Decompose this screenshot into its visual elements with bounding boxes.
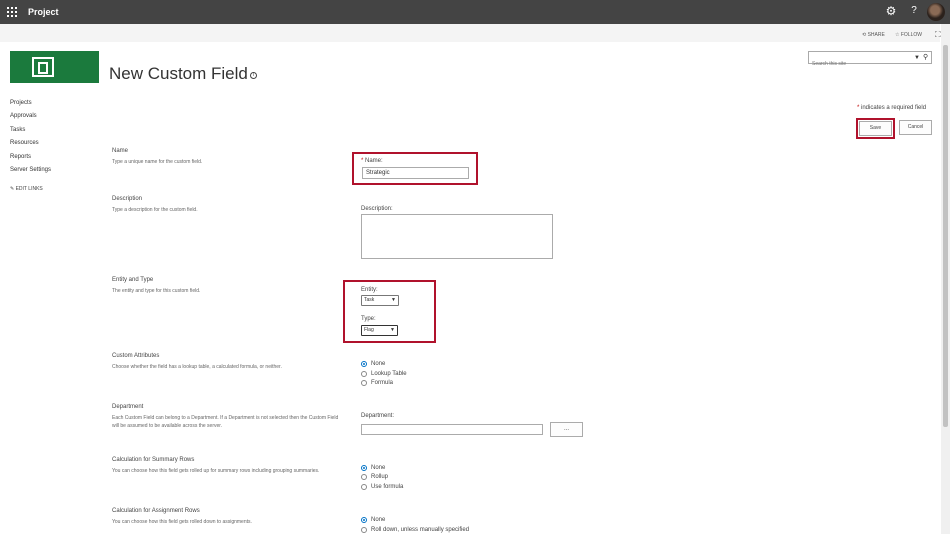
avatar[interactable]: [927, 3, 945, 21]
app-name[interactable]: Project: [28, 5, 59, 19]
radio-button[interactable]: [361, 473, 367, 480]
summary-option-formula-label: Use formula: [371, 484, 404, 490]
summary-option-none[interactable]: None: [361, 464, 385, 473]
nav-item-server-settings[interactable]: Server Settings: [10, 166, 51, 179]
radio-button[interactable]: [361, 464, 367, 471]
required-star: *: [857, 105, 860, 111]
share-button[interactable]: ⟲ SHARE: [862, 32, 885, 39]
summary-rows-title: Calculation for Summary Rows: [112, 457, 195, 463]
share-icon: ⟲: [862, 32, 867, 38]
save-button[interactable]: Save: [859, 121, 892, 136]
required-note-text: indicates a required field: [861, 105, 927, 111]
custom-attributes-desc: Choose whether the field has a lookup ta…: [112, 364, 282, 370]
info-icon[interactable]: i: [250, 72, 257, 79]
nav-item-approvals[interactable]: Approvals: [10, 112, 51, 125]
cancel-button[interactable]: Cancel: [899, 120, 932, 135]
custom-attr-option-none[interactable]: None: [361, 360, 385, 369]
app-launcher-icon[interactable]: [7, 7, 17, 17]
summary-option-rollup-label: Rollup: [371, 474, 389, 480]
chevron-down-icon: ▼: [390, 327, 395, 333]
custom-attr-option-formula[interactable]: Formula: [361, 379, 393, 388]
radio-button[interactable]: [361, 526, 367, 533]
summary-option-rollup[interactable]: Rollup: [361, 473, 388, 482]
custom-attr-option-lookup-label: Lookup Table: [371, 371, 407, 377]
description-section-desc: Type a description for the custom field.: [112, 207, 198, 213]
site-logo[interactable]: [10, 51, 99, 83]
name-label-text: Name:: [365, 158, 383, 164]
search-icon[interactable]: ⚲: [923, 53, 928, 63]
nav-item-resources[interactable]: Resources: [10, 139, 51, 152]
search-scope-dropdown-icon[interactable]: ▼: [914, 53, 920, 63]
radio-button[interactable]: [361, 483, 367, 490]
description-field-label: Description:: [361, 206, 393, 212]
edit-links-label: EDIT LINKS: [15, 186, 43, 192]
name-section-desc: Type a unique name for the custom field.: [112, 159, 203, 165]
pencil-icon: ✎: [10, 186, 15, 192]
custom-attr-option-formula-label: Formula: [371, 380, 394, 386]
chevron-down-icon: ▼: [391, 297, 396, 303]
type-select[interactable]: Flag ▼: [361, 325, 398, 336]
department-browse-button[interactable]: ...: [550, 422, 583, 437]
entity-select[interactable]: Task ▼: [361, 295, 399, 306]
summary-option-use-formula[interactable]: Use formula: [361, 483, 403, 492]
focus-on-content-icon[interactable]: ⛶: [935, 30, 941, 39]
edit-links-link[interactable]: ✎ EDIT LINKS: [10, 186, 43, 193]
custom-attributes-title: Custom Attributes: [112, 353, 160, 359]
entity-type-section-title: Entity and Type: [112, 277, 154, 283]
description-textarea[interactable]: [361, 214, 553, 259]
help-icon[interactable]: ?: [908, 4, 920, 18]
radio-button[interactable]: [361, 516, 367, 523]
assignment-rows-title: Calculation for Assignment Rows: [112, 508, 200, 514]
assignment-option-none-label: None: [371, 517, 386, 523]
name-field-label: * Name:: [361, 157, 383, 165]
radio-button[interactable]: [361, 370, 367, 377]
entity-type-section-desc: The entity and type for this custom fiel…: [112, 288, 201, 294]
name-section-title: Name: [112, 148, 129, 154]
star-icon: ☆: [895, 32, 900, 38]
nav-item-tasks[interactable]: Tasks: [10, 126, 51, 139]
radio-button[interactable]: [361, 379, 367, 386]
name-field[interactable]: Strategic: [362, 167, 469, 179]
required-field-note: * indicates a required field: [857, 104, 926, 112]
assignment-rows-desc: You can choose how this field gets rolle…: [112, 519, 252, 525]
left-navigation: Projects Approvals Tasks Resources Repor…: [10, 99, 51, 179]
entity-label: Entity:: [361, 287, 378, 293]
action-bar: [0, 24, 940, 42]
department-desc: Each Custom Field can belong to a Depart…: [112, 415, 339, 429]
radio-button[interactable]: [361, 360, 367, 367]
type-value: Flag: [364, 327, 374, 333]
scrollbar-thumb[interactable]: [943, 45, 948, 427]
assignment-option-none[interactable]: None: [361, 516, 385, 525]
department-field[interactable]: [361, 424, 543, 435]
type-label: Type:: [361, 316, 376, 322]
custom-attr-option-none-label: None: [371, 361, 386, 367]
custom-attr-option-lookup-table[interactable]: Lookup Table: [361, 370, 407, 379]
department-title: Department: [112, 404, 144, 410]
project-logo-icon: [32, 57, 54, 77]
summary-rows-desc: You can choose how this field gets rolle…: [112, 468, 320, 474]
search-input[interactable]: [809, 58, 909, 70]
page-title: New Custom Field: [109, 64, 248, 83]
gear-icon[interactable]: ⚙: [884, 4, 898, 18]
description-section-title: Description: [112, 196, 143, 202]
suite-bar: Project ⚙ ?: [0, 0, 950, 24]
nav-item-reports[interactable]: Reports: [10, 153, 51, 166]
share-label: SHARE: [867, 32, 885, 38]
department-field-label: Department:: [361, 413, 395, 419]
summary-option-none-label: None: [371, 465, 386, 471]
search-box[interactable]: ▼ ⚲: [808, 51, 932, 70]
name-required-star: *: [361, 158, 364, 164]
nav-item-projects[interactable]: Projects: [10, 99, 51, 112]
follow-button[interactable]: ☆ FOLLOW: [895, 32, 922, 39]
follow-label: FOLLOW: [900, 32, 922, 38]
entity-value: Task: [364, 297, 375, 303]
